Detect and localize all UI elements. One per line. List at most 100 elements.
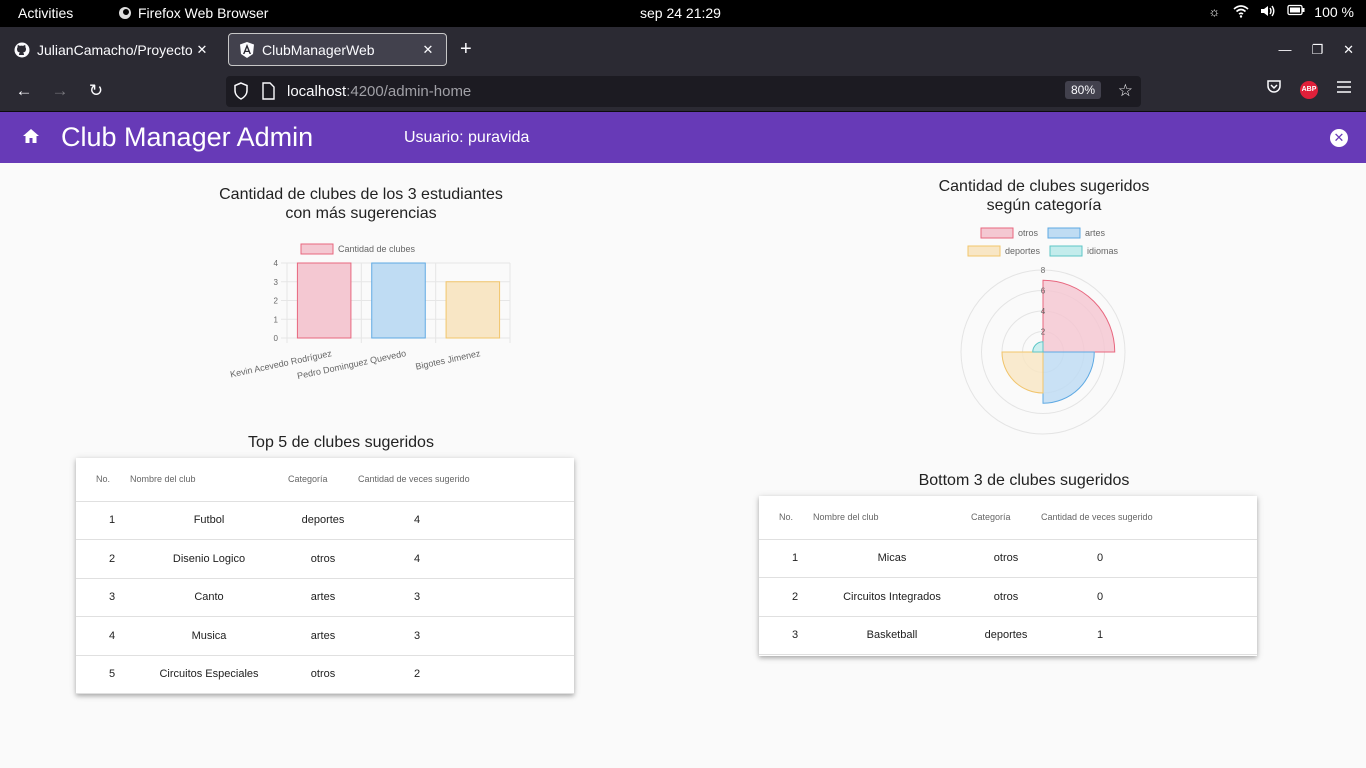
polar-chart-title: Cantidad de clubes sugeridos según categ…	[844, 177, 1244, 215]
maximize-icon[interactable]: ❐	[1311, 42, 1323, 58]
table-row[interactable]: 2 Disenio Logico otros 4	[76, 539, 574, 579]
app-title: Club Manager Admin	[61, 122, 314, 152]
top-clubs-table: No. Nombre del club Categoría Cantidad d…	[76, 458, 574, 694]
col-header-category[interactable]: Categoría	[288, 458, 358, 502]
legend-label: deportes	[1005, 246, 1041, 256]
cell-category: deportes	[971, 616, 1041, 655]
bar	[445, 281, 501, 339]
reload-icon[interactable]: ↻	[86, 81, 106, 101]
bar-chart-title: Cantidad de clubes de los 3 estudiantes …	[161, 185, 561, 223]
col-header-count[interactable]: Cantidad de veces sugerido	[358, 458, 574, 502]
col-header-count[interactable]: Cantidad de veces sugerido	[1041, 496, 1257, 540]
y-tick-label: 3	[274, 278, 279, 287]
url-path: :4200/admin-home	[346, 83, 472, 100]
col-header-name[interactable]: Nombre del club	[813, 496, 971, 540]
cell-no: 2	[759, 577, 813, 617]
cell-no: 3	[76, 578, 130, 617]
table-row[interactable]: 1 Futbol deportes 4	[76, 501, 574, 540]
cell-category: otros	[971, 577, 1041, 617]
y-tick-label: 1	[274, 315, 279, 324]
bar	[296, 262, 352, 339]
url-bar[interactable]: localhost:4200/admin-home 80% ☆	[226, 76, 1141, 107]
tab-clubmanager[interactable]: ClubManagerWeb ✕	[228, 33, 447, 66]
col-header-name[interactable]: Nombre del club	[130, 458, 288, 502]
browser-nav-bar: ← → ↻ localhost:4200/admin-home 80% ☆ AB…	[0, 71, 1366, 112]
cell-count: 0	[1041, 577, 1257, 617]
col-header-no[interactable]: No.	[76, 458, 130, 502]
app-menu[interactable]: Firefox Web Browser	[118, 5, 268, 21]
zoom-indicator[interactable]: 80%	[1064, 81, 1101, 99]
bookmark-star-icon[interactable]: ☆	[1118, 81, 1133, 101]
shield-icon[interactable]	[233, 82, 249, 104]
tab-close-icon[interactable]: ✕	[194, 42, 210, 58]
polar-wedge	[1032, 341, 1044, 353]
brightness-icon: ☼	[1208, 4, 1221, 19]
activities-button[interactable]: Activities	[18, 5, 73, 21]
new-tab-icon[interactable]: +	[460, 39, 472, 59]
cell-name: Circuitos Especiales	[130, 655, 288, 694]
bar	[371, 262, 426, 339]
tab-title: ClubManagerWeb	[262, 41, 375, 58]
back-icon[interactable]: ←	[14, 81, 34, 101]
adblock-icon[interactable]: ABP	[1300, 80, 1318, 99]
pocket-icon[interactable]	[1266, 79, 1282, 100]
table-row[interactable]: 3 Canto artes 3	[76, 578, 574, 617]
table-row[interactable]: 1 Micas otros 0	[759, 539, 1257, 578]
page-icon[interactable]	[261, 82, 275, 104]
battery-icon	[1287, 4, 1305, 20]
cell-count: 0	[1041, 539, 1257, 578]
system-tray[interactable]: ☼ 100 %	[1206, 4, 1354, 20]
legend-swatch	[1047, 227, 1081, 239]
window-controls: — ❐ ✕	[1278, 42, 1354, 58]
clock[interactable]: sep 24 21:29	[640, 5, 721, 21]
table-row[interactable]: 2 Circuitos Integrados otros 0	[759, 577, 1257, 617]
polar-area-chart: otros artes deportes idiomas 2 4 6 8	[960, 227, 1126, 435]
cell-count: 4	[358, 501, 574, 540]
table-row[interactable]: 4 Musica artes 3	[76, 616, 574, 656]
cell-name: Basketball	[813, 616, 971, 655]
cell-category: otros	[288, 655, 358, 694]
bottom-table-title: Bottom 3 de clubes sugeridos	[918, 472, 1130, 489]
tab-close-icon[interactable]: ✕	[420, 42, 436, 58]
bar-chart-title-line1: Cantidad de clubes de los 3 estudiantes	[219, 186, 503, 203]
table-row[interactable]: 5 Circuitos Especiales otros 2	[76, 655, 574, 694]
url-text: localhost:4200/admin-home	[287, 83, 471, 100]
cell-count: 1	[1041, 616, 1257, 655]
hamburger-menu-icon[interactable]	[1336, 80, 1352, 99]
cell-name: Futbol	[130, 501, 288, 540]
firefox-icon	[119, 7, 131, 19]
minimize-icon[interactable]: —	[1278, 42, 1291, 58]
legend-swatch	[300, 243, 334, 255]
cell-no: 5	[76, 655, 130, 694]
table-row[interactable]: 3 Basketball deportes 1	[759, 616, 1257, 655]
wifi-icon	[1233, 4, 1249, 20]
legend-swatch	[967, 245, 1001, 257]
forward-icon[interactable]: →	[50, 81, 70, 101]
r-tick-label: 6	[1041, 287, 1046, 296]
logout-close-icon[interactable]: ✕	[1330, 129, 1348, 147]
close-window-icon[interactable]: ✕	[1343, 42, 1354, 58]
legend-label: idiomas	[1087, 246, 1119, 256]
angular-icon	[239, 41, 255, 58]
top-table-title: Top 5 de clubes sugeridos	[248, 434, 434, 451]
table-header-row: No. Nombre del club Categoría Cantidad d…	[76, 458, 574, 502]
cell-count: 3	[358, 578, 574, 617]
cell-count: 2	[358, 655, 574, 694]
tab-github[interactable]: JulianCamacho/Proyecto ✕	[4, 33, 220, 66]
legend-label: otros	[1018, 228, 1039, 238]
bottom-clubs-table: No. Nombre del club Categoría Cantidad d…	[759, 496, 1257, 655]
app-name: Firefox Web Browser	[138, 5, 269, 21]
r-tick-label: 4	[1041, 307, 1046, 316]
system-top-bar: Activities Firefox Web Browser sep 24 21…	[0, 0, 1366, 27]
github-icon	[14, 42, 30, 58]
cell-name: Micas	[813, 539, 971, 578]
r-tick-label: 8	[1041, 266, 1046, 275]
cell-no: 2	[76, 539, 130, 579]
cell-name: Canto	[130, 578, 288, 617]
bottom-table-card: No. Nombre del club Categoría Cantidad d…	[759, 496, 1257, 656]
cell-name: Disenio Logico	[130, 539, 288, 579]
home-icon[interactable]	[22, 128, 40, 149]
col-header-category[interactable]: Categoría	[971, 496, 1041, 540]
col-header-no[interactable]: No.	[759, 496, 813, 540]
cell-category: artes	[288, 616, 358, 656]
